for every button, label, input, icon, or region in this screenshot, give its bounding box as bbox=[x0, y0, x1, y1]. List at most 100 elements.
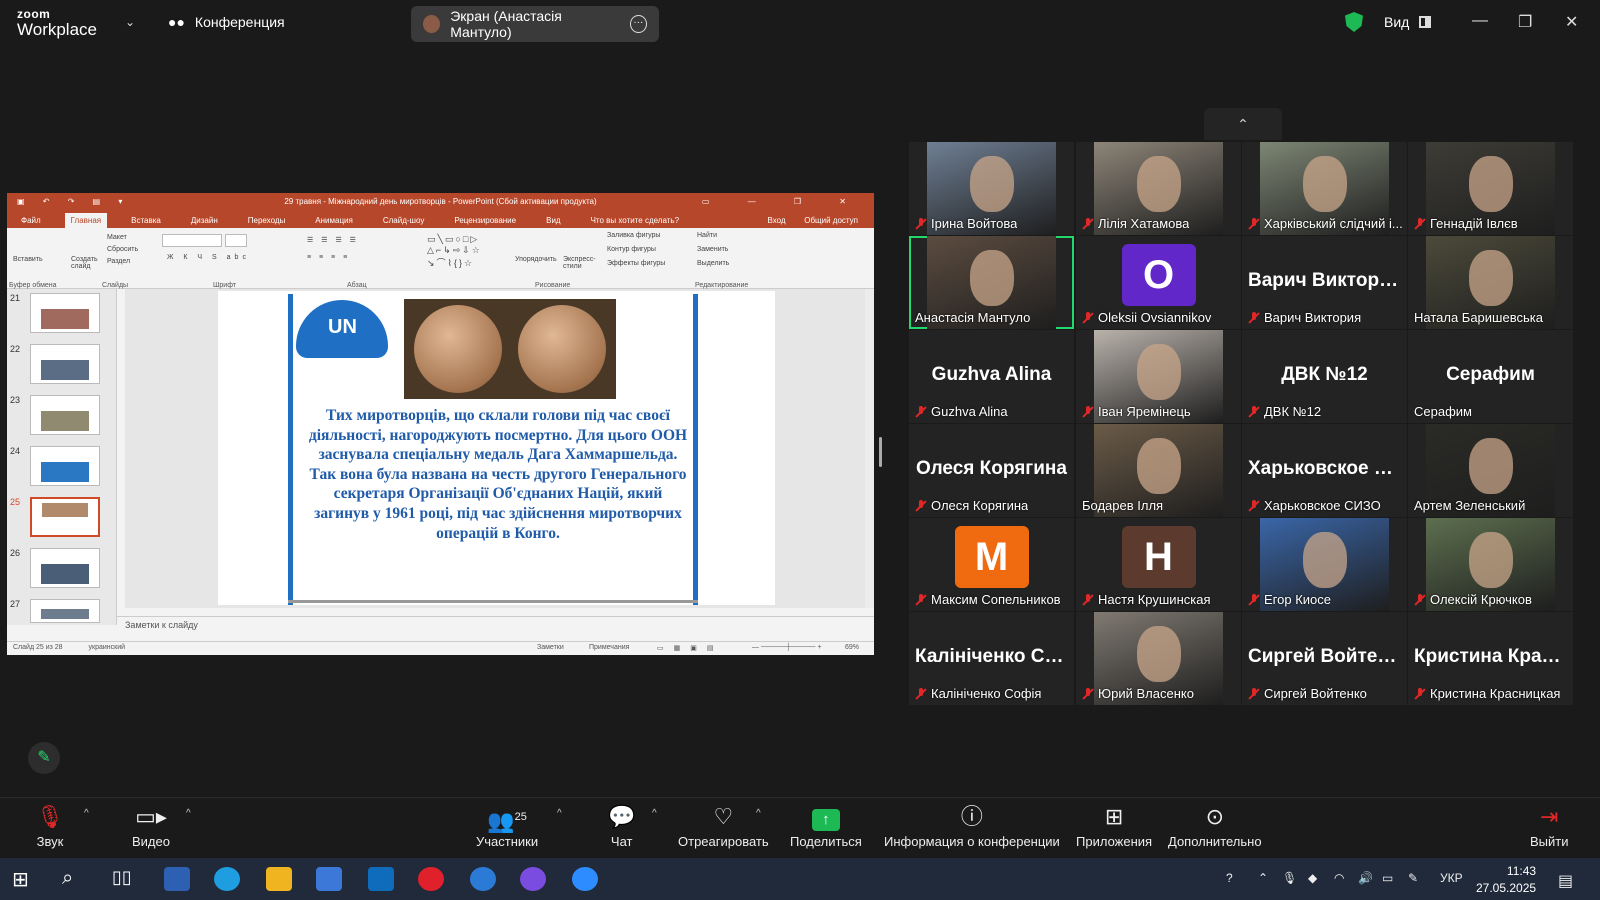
tab-slideshow[interactable]: Слайд-шоу bbox=[377, 216, 430, 228]
select-button[interactable]: Выделить bbox=[697, 260, 729, 267]
participant-tile[interactable]: M Максим Сопельников bbox=[909, 518, 1074, 611]
meeting-info-button[interactable]: ⓘ Информация о конференции bbox=[884, 804, 1060, 849]
tab-animations[interactable]: Анимация bbox=[309, 216, 359, 228]
battery-icon[interactable]: ▭ bbox=[1382, 871, 1393, 885]
tell-me-box[interactable]: Что вы хотите сделать? bbox=[585, 216, 685, 228]
participants-options-chevron-icon[interactable]: ^ bbox=[557, 808, 562, 819]
font-name-select[interactable] bbox=[162, 234, 222, 247]
participants-button[interactable]: 👥25 Участники bbox=[476, 804, 538, 849]
participant-tile[interactable]: Егор Киосе bbox=[1242, 518, 1407, 611]
zoom-slider[interactable]: — ─────┼───── + bbox=[752, 644, 822, 651]
restore-icon[interactable]: ❐ bbox=[1518, 12, 1532, 32]
new-slide-button[interactable]: Создать слайд bbox=[71, 256, 101, 270]
section-button[interactable]: Раздел bbox=[107, 258, 130, 265]
shape-outline-button[interactable]: Контур фигуры bbox=[607, 246, 656, 253]
video-options-chevron-icon[interactable]: ^ bbox=[186, 808, 191, 819]
slide-thumbnail[interactable] bbox=[30, 599, 100, 623]
slide-thumbnail[interactable] bbox=[30, 344, 100, 384]
split-divider[interactable] bbox=[879, 437, 882, 467]
participant-tile[interactable]: Калініченко Со... Калініченко Софія bbox=[909, 612, 1074, 705]
participant-tile[interactable]: Анастасія Мантуло bbox=[909, 236, 1074, 329]
participant-tile[interactable]: Лілія Хатамова bbox=[1076, 142, 1241, 235]
more-button[interactable]: ⊙ Дополнительно bbox=[1168, 804, 1262, 849]
font-format-icons[interactable]: Ж К Ч S abc bbox=[167, 254, 250, 261]
pen-icon[interactable]: ✎ bbox=[1408, 871, 1418, 885]
chat-options-chevron-icon[interactable]: ^ bbox=[652, 808, 657, 819]
tab-design[interactable]: Дизайн bbox=[185, 216, 224, 228]
file-explorer-icon[interactable] bbox=[266, 867, 292, 891]
tab-home[interactable]: Главная bbox=[64, 213, 108, 228]
participant-tile[interactable]: Харківський слідчий і... bbox=[1242, 142, 1407, 235]
participant-tile[interactable]: H Настя Крушинская bbox=[1076, 518, 1241, 611]
close-icon[interactable]: ✕ bbox=[1565, 12, 1578, 32]
outlook-icon[interactable] bbox=[368, 867, 394, 891]
view-mode-icons[interactable]: ▭▦▣▤ bbox=[657, 644, 723, 652]
task-view-icon[interactable]: ▯▯ bbox=[112, 867, 138, 891]
align-icons[interactable]: ≡ ≡ ≡ ≡ bbox=[307, 254, 350, 261]
slide-thumbnail[interactable] bbox=[30, 293, 100, 333]
meeting-menu[interactable]: ●● Конференция bbox=[168, 14, 285, 30]
notes-pane[interactable]: Заметки к слайду bbox=[117, 616, 874, 632]
leave-button[interactable]: ⇥ Выйти bbox=[1530, 804, 1569, 849]
shape-effects-button[interactable]: Эффекты фигуры bbox=[607, 260, 665, 267]
reset-button[interactable]: Сбросить bbox=[107, 246, 138, 253]
participant-tile[interactable]: Олексій Крючков bbox=[1408, 518, 1573, 611]
participant-tile[interactable]: Сиргей Войтенко Сиргей Войтенко bbox=[1242, 612, 1407, 705]
participant-tile[interactable]: Юрий Власенко bbox=[1076, 612, 1241, 705]
shield-icon[interactable] bbox=[1345, 12, 1363, 32]
teamviewer-icon[interactable] bbox=[470, 867, 496, 891]
participant-tile[interactable]: Серафим Серафим bbox=[1408, 330, 1573, 423]
tray-chevron-up-icon[interactable]: ⌃ bbox=[1258, 871, 1268, 885]
microphone-icon[interactable]: 🎙 bbox=[1282, 871, 1297, 885]
clock[interactable]: 11:43 27.05.2025 bbox=[1476, 863, 1536, 897]
participant-tile[interactable]: Іван Яремінець bbox=[1076, 330, 1241, 423]
participant-tile[interactable]: Бодарев Ілля bbox=[1076, 424, 1241, 517]
layout-button[interactable]: Макет bbox=[107, 234, 127, 241]
windows-start-icon[interactable]: ⊞ bbox=[12, 867, 38, 891]
paragraph-icons[interactable]: ☰ ☰ ☰ ☰ bbox=[307, 236, 359, 244]
shape-fill-button[interactable]: Заливка фигуры bbox=[607, 232, 660, 239]
security-icon[interactable]: ◆ bbox=[1308, 871, 1317, 885]
participant-tile[interactable]: Guzhva Alina Guzhva Alina bbox=[909, 330, 1074, 423]
participant-tile[interactable]: Олеся Корягина Олеся Корягина bbox=[909, 424, 1074, 517]
participant-tile[interactable]: Кристина Крас... Кристина Красницкая bbox=[1408, 612, 1573, 705]
replace-button[interactable]: Заменить bbox=[697, 246, 728, 253]
minimize-icon[interactable]: — bbox=[1472, 12, 1488, 30]
participant-tile[interactable]: Варич Виктория Варич Виктория bbox=[1242, 236, 1407, 329]
shapes-gallery[interactable]: ▭╲▭○□▷ △⌐↳⇨⇩☆ ↘⌒⌇{}☆ bbox=[427, 234, 482, 269]
participant-tile[interactable]: O Oleksii Ovsiannikov bbox=[1076, 236, 1241, 329]
participant-tile[interactable]: Геннадій Івлєв bbox=[1408, 142, 1573, 235]
participant-tile[interactable]: Натала Баришевська bbox=[1408, 236, 1573, 329]
viber-icon[interactable] bbox=[520, 867, 546, 891]
video-button[interactable]: ▭▸ Видео bbox=[132, 804, 170, 849]
annotate-pencil-icon[interactable]: ✎ bbox=[28, 742, 60, 774]
sign-in-link[interactable]: Вход Общий доступ bbox=[755, 216, 874, 228]
save-app-icon[interactable] bbox=[164, 867, 190, 891]
store-icon[interactable] bbox=[316, 867, 342, 891]
share-button[interactable]: ↑ Поделиться bbox=[790, 804, 862, 849]
edge-icon[interactable] bbox=[214, 867, 240, 891]
quick-styles-button[interactable]: Экспресс-стили bbox=[563, 256, 603, 270]
audio-options-chevron-icon[interactable]: ^ bbox=[84, 808, 89, 819]
apps-button[interactable]: ⊞ Приложения bbox=[1076, 804, 1152, 849]
zoom-app-icon[interactable] bbox=[572, 867, 598, 891]
view-button[interactable]: Вид bbox=[1384, 14, 1432, 30]
wifi-icon[interactable]: ◠ bbox=[1334, 871, 1344, 885]
arrange-button[interactable]: Упорядочить bbox=[515, 256, 557, 263]
comments-toggle[interactable]: Примечания bbox=[589, 644, 629, 651]
paste-button[interactable]: Вставить bbox=[13, 256, 43, 263]
audio-button[interactable]: 🎙 Звук bbox=[36, 804, 64, 849]
slide-thumbnail[interactable] bbox=[30, 446, 100, 486]
react-options-chevron-icon[interactable]: ^ bbox=[756, 808, 761, 819]
chevron-down-icon[interactable]: ⌄ bbox=[125, 15, 135, 29]
participant-tile[interactable]: ДВК №12 ДВК №12 bbox=[1242, 330, 1407, 423]
ppt-window-controls[interactable]: ▭ — ❐ ✕ bbox=[702, 193, 864, 211]
slide-thumbnail-selected[interactable] bbox=[30, 497, 100, 537]
chat-button[interactable]: 💬 Чат bbox=[608, 804, 635, 849]
help-icon[interactable]: ? bbox=[1226, 871, 1233, 885]
volume-icon[interactable]: 🔊 bbox=[1358, 871, 1373, 885]
quick-access-icons[interactable]: ▣ ↶ ↷ ▤ ▾ bbox=[17, 193, 130, 211]
more-icon[interactable]: ··· bbox=[629, 15, 647, 33]
current-slide[interactable]: UN Тих миротворців, що склали голови під… bbox=[218, 291, 775, 605]
tab-file[interactable]: Файл bbox=[15, 216, 47, 228]
